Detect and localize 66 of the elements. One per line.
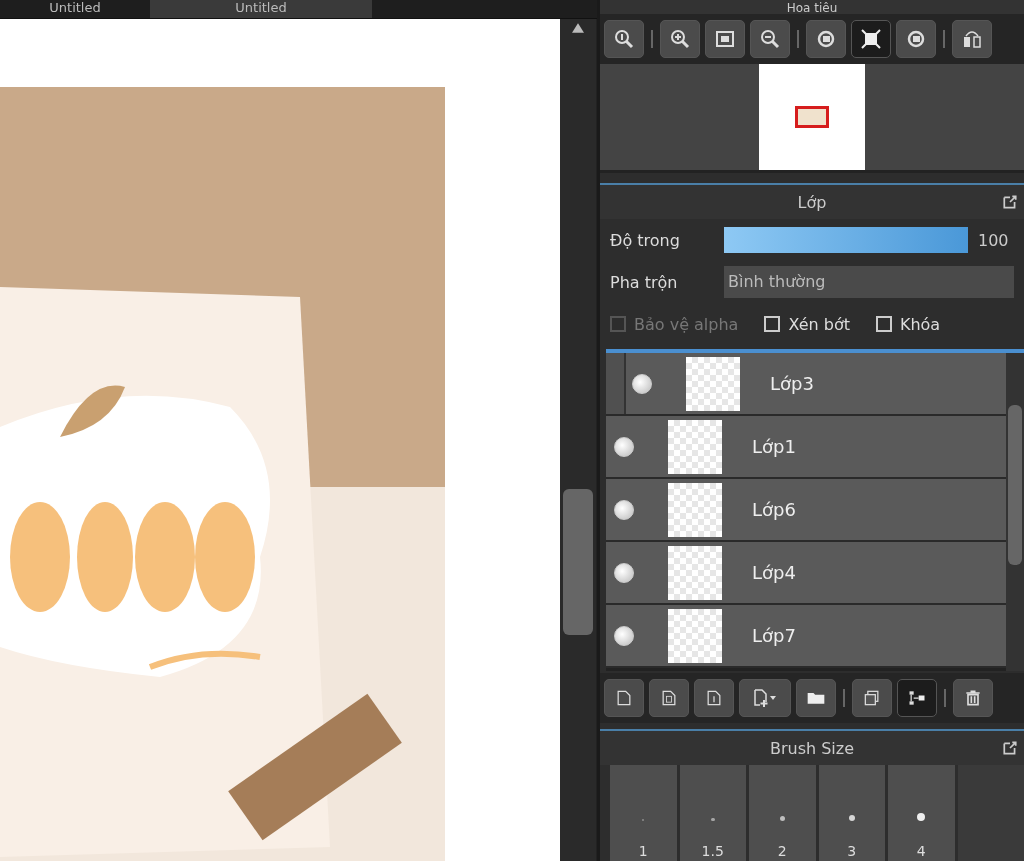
layer-name: Lớp7	[752, 625, 796, 646]
new-page-button[interactable]	[604, 679, 644, 717]
brush-size-option[interactable]: 3	[818, 765, 885, 861]
option-checkbox[interactable]: Xén bớt	[764, 314, 850, 334]
layer-thumbnail	[668, 545, 722, 600]
visibility-dot-icon[interactable]	[632, 373, 652, 394]
blend-label: Pha trộn	[610, 272, 679, 292]
visibility-dot-icon[interactable]	[614, 625, 634, 646]
layer-row[interactable]: Lớp3	[606, 353, 1006, 416]
panel-title: Brush Size	[769, 738, 855, 758]
opacity-label: Độ trong	[610, 230, 681, 250]
scroll-up-arrow-icon[interactable]	[572, 23, 584, 33]
scrollbar[interactable]	[1006, 353, 1024, 671]
fit-screen-icon	[715, 29, 735, 49]
layer-name: Lớp3	[770, 373, 814, 394]
visibility-dot-icon[interactable]	[614, 499, 634, 520]
duplicate-button[interactable]	[852, 679, 892, 717]
layer-thumbnail	[668, 482, 722, 537]
zoom-out-button[interactable]	[750, 20, 790, 58]
layer-name: Lớp1	[752, 436, 796, 457]
frame-icon	[861, 29, 881, 49]
brush-size-option[interactable]: 4	[888, 765, 955, 861]
flip-button[interactable]	[952, 20, 992, 58]
zoom-out-icon	[760, 29, 780, 49]
opacity-value: 100	[978, 230, 1009, 250]
popout-icon[interactable]	[1002, 740, 1018, 756]
layer-row[interactable]: Lớp6	[606, 479, 1006, 542]
frame-button[interactable]	[851, 20, 891, 58]
layer-thumbnail	[668, 608, 722, 663]
trash-button[interactable]	[953, 679, 993, 717]
document-tab[interactable]: Untitled	[150, 0, 372, 18]
scrollbar-thumb[interactable]	[1008, 405, 1022, 565]
layer-row[interactable]: Lớp7	[606, 605, 1006, 668]
trash-icon	[963, 688, 983, 708]
scrollbar[interactable]	[560, 19, 596, 861]
zoom-actual-icon	[614, 29, 634, 49]
folder-button[interactable]	[796, 679, 836, 717]
view-frame[interactable]	[795, 106, 829, 128]
brush-size-option[interactable]: 1.5	[679, 765, 746, 861]
tree-icon	[907, 688, 927, 708]
tree-button[interactable]	[897, 679, 937, 717]
layer-row[interactable]: Lớp1	[606, 416, 1006, 479]
layer-thumbnail	[668, 419, 722, 474]
layer-row[interactable]: Lớp4	[606, 542, 1006, 605]
flip-icon	[962, 29, 982, 49]
popout-icon[interactable]	[1002, 194, 1018, 210]
option-checkbox[interactable]: Khóa	[875, 314, 941, 334]
opacity-slider[interactable]	[724, 227, 968, 253]
layer-name: Lớp6	[752, 499, 796, 520]
visibility-dot-icon[interactable]	[614, 436, 634, 457]
page-1-button[interactable]	[694, 679, 734, 717]
brush-size-option[interactable]: 2	[749, 765, 816, 861]
zoom-in-icon	[670, 29, 690, 49]
blend-mode-dropdown[interactable]: Bình thường	[724, 266, 1014, 298]
layer-thumbnail	[686, 356, 740, 411]
layer-name: Lớp4	[752, 562, 796, 583]
panel-title: Lớp	[797, 192, 827, 212]
add-page-button[interactable]	[739, 679, 791, 717]
panel-title: Hoa tiêu	[786, 2, 838, 14]
zoom-in-button[interactable]	[660, 20, 700, 58]
fit-screen-button[interactable]	[705, 20, 745, 58]
brush-size-option[interactable]: 1	[610, 765, 677, 861]
visibility-dot-icon[interactable]	[614, 562, 634, 583]
scrollbar-thumb[interactable]	[563, 489, 593, 635]
zoom-actual-button[interactable]	[604, 20, 644, 58]
document-tab[interactable]: Untitled	[0, 0, 150, 18]
